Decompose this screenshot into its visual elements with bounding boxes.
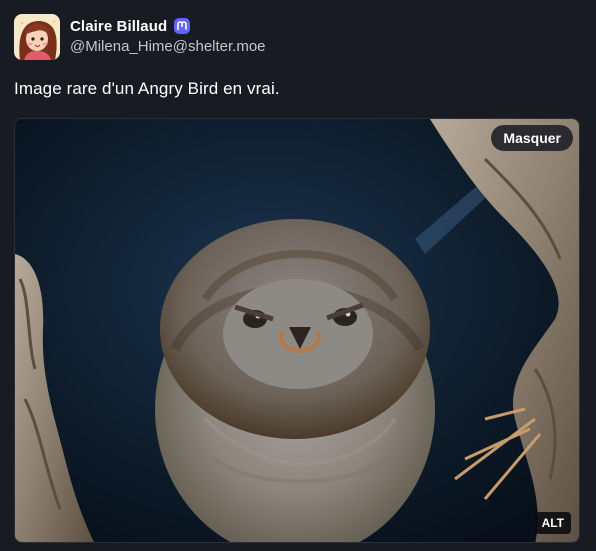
post-card: Claire Billaud @Milena_Hime@shelter.moe … bbox=[0, 0, 596, 551]
post-text: Image rare d'un Angry Bird en vrai. bbox=[14, 79, 280, 98]
mastodon-icon bbox=[173, 17, 191, 35]
avatar[interactable] bbox=[14, 14, 60, 60]
author-display-name[interactable]: Claire Billaud bbox=[70, 18, 167, 35]
post-media[interactable]: Masquer ALT bbox=[14, 118, 580, 543]
author-name-row: Claire Billaud bbox=[70, 16, 191, 36]
alt-text-badge[interactable]: ALT bbox=[534, 512, 571, 534]
author-handle[interactable]: @Milena_Hime@shelter.moe bbox=[70, 38, 266, 55]
bird-photo bbox=[15, 119, 579, 542]
hide-media-button[interactable]: Masquer bbox=[491, 125, 573, 151]
